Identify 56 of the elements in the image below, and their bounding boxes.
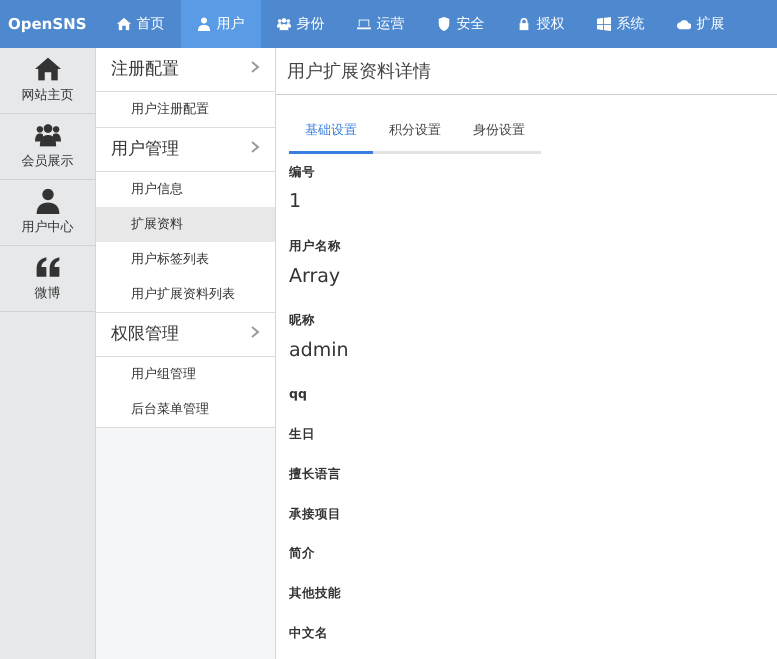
users-icon: [276, 17, 291, 31]
user-icon: [196, 17, 211, 31]
chevron-icon: [251, 326, 260, 338]
rail-item[interactable]: 微博: [0, 246, 95, 312]
nav-tab[interactable]: 运营: [340, 0, 421, 48]
chevron-icon: [251, 141, 260, 153]
user-icon: [34, 188, 60, 214]
lock-icon: [516, 17, 531, 31]
menu-section-header[interactable]: 用户管理: [96, 128, 275, 172]
home-icon: [34, 56, 60, 82]
chevron-icon: [251, 61, 260, 73]
field-value: 1: [289, 189, 302, 214]
field-label: 承接项目: [289, 504, 342, 522]
menu-item[interactable]: 扩展资料: [96, 207, 275, 242]
section-title: 用户管理: [111, 138, 179, 161]
field-label: 其他技能: [289, 584, 342, 602]
menu-item[interactable]: 后台菜单管理: [96, 392, 275, 427]
field-label: 编号: [289, 162, 316, 180]
nav-tab[interactable]: 安全: [420, 0, 501, 48]
nav-tab[interactable]: 系统: [580, 0, 661, 48]
nav-tab[interactable]: 身份: [260, 0, 341, 48]
field-value: Array: [289, 264, 342, 288]
section-title: 注册配置: [111, 58, 179, 81]
nav-tab[interactable]: 扩展: [660, 0, 741, 48]
shield-icon: [436, 17, 451, 31]
field-label: 简介: [289, 544, 316, 562]
cloud-icon: [676, 17, 691, 31]
field-label: 生日: [289, 425, 316, 443]
field-label: qq: [289, 385, 308, 404]
nav-tab[interactable]: 授权: [500, 0, 581, 48]
tab[interactable]: 积分设置: [373, 111, 457, 154]
menu-section-header[interactable]: 权限管理: [96, 313, 275, 357]
menu-item[interactable]: 用户组管理: [96, 357, 275, 392]
home-icon: [116, 17, 131, 31]
windows-icon: [596, 17, 611, 31]
menu-item[interactable]: 用户信息: [96, 172, 275, 207]
page-title: 用户扩展资料详情: [276, 48, 777, 95]
nav-tab[interactable]: 首页: [100, 0, 181, 48]
tab[interactable]: 身份设置: [457, 111, 541, 154]
menu-item[interactable]: 用户注册配置: [96, 92, 275, 127]
field-label: 用户名称: [289, 236, 342, 255]
field-label: 中文名: [289, 624, 329, 642]
field-label: 昵称: [289, 311, 316, 329]
rail-item[interactable]: 会员展示: [0, 114, 95, 180]
rail-item[interactable]: 用户中心: [0, 180, 95, 246]
rail-item[interactable]: 网站主页: [0, 48, 95, 114]
tab[interactable]: 基础设置: [289, 111, 373, 154]
section-title: 权限管理: [111, 322, 179, 346]
menu-section-header[interactable]: 注册配置: [96, 48, 275, 92]
field-value: admin: [289, 338, 350, 363]
users-icon: [34, 122, 60, 148]
laptop-icon: [356, 17, 371, 31]
menu-item[interactable]: 用户扩展资料列表: [96, 277, 275, 312]
field-label: 擅长语言: [289, 464, 342, 483]
brand-logo[interactable]: OpenSNS: [0, 12, 101, 36]
menu-item[interactable]: 用户标签列表: [96, 242, 275, 277]
